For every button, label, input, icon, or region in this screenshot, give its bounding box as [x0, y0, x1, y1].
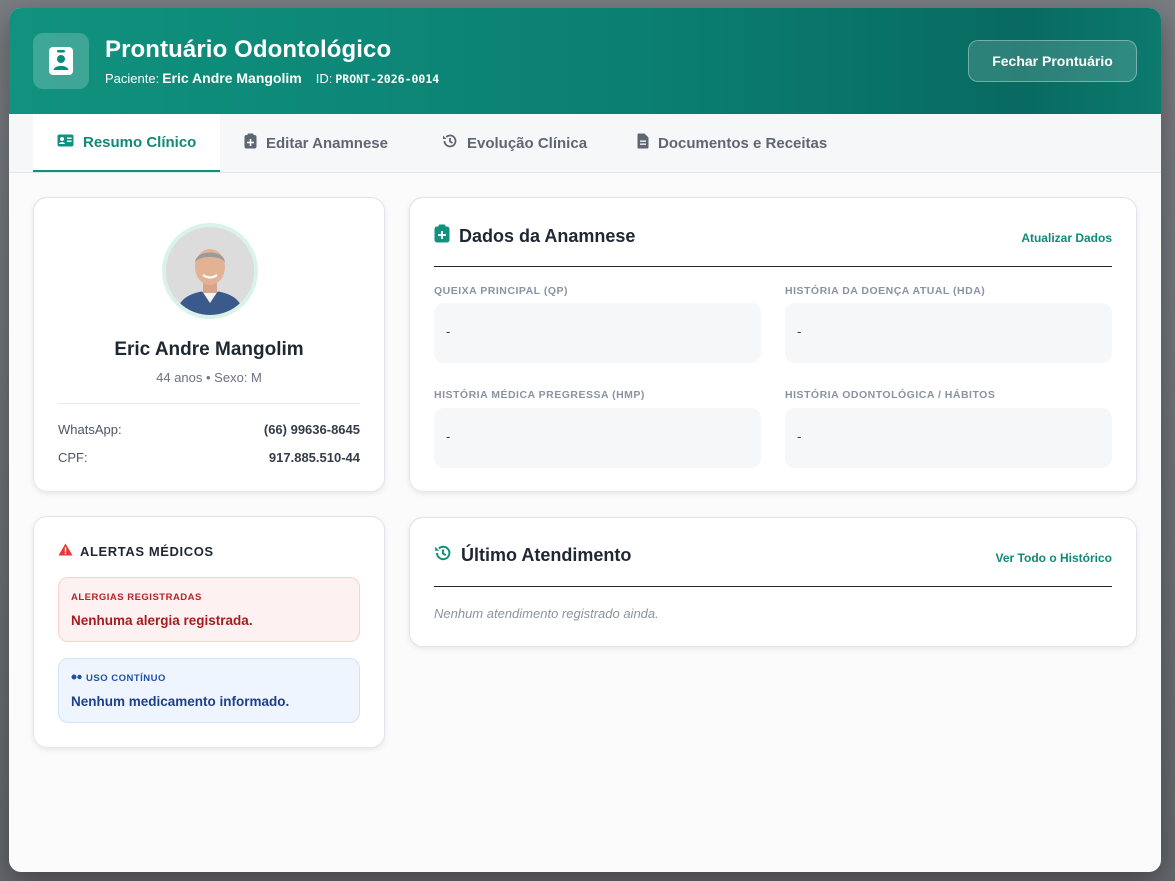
field-value-hmp-box: - [434, 408, 761, 468]
clipboard-plus-icon [434, 224, 450, 248]
clipboard-plus-icon [244, 133, 257, 153]
anamnese-title: Dados da Anamnese [459, 225, 636, 246]
field-value-qp-box: - [434, 303, 761, 363]
tab-documentos-receitas[interactable]: Documentos e Receitas [637, 114, 827, 172]
empty-history-message: Nenhum atendimento registrado ainda. [434, 606, 659, 621]
patient-record-modal: Prontuário Odontológico Paciente: Eric An… [9, 8, 1161, 872]
field-value-hda-box: - [785, 303, 1112, 363]
file-icon [637, 133, 649, 153]
tab-label: Evolução Clínica [467, 134, 588, 152]
field-value-qp: - [446, 324, 451, 339]
patient-age-sex: 44 anos • Sexo: M [156, 370, 262, 385]
view-all-history-link[interactable]: Ver Todo o Histórico [996, 551, 1112, 565]
last-visit-card: Último Atendimento Ver Todo o Histórico … [409, 517, 1137, 647]
id-badge-icon [33, 33, 89, 89]
continuous-use-text: Nenhum medicamento informado. [71, 694, 290, 709]
tab-label: Resumo Clínico [83, 133, 197, 151]
cpf-value: 917.885.510-44 [268, 450, 360, 465]
record-id-value: PRONT-2026-0014 [335, 72, 440, 86]
warning-icon [58, 543, 73, 559]
field-value-odonto-box: - [785, 408, 1112, 468]
last-visit-title: Último Atendimento [461, 545, 632, 565]
tab-editar-anamnese[interactable]: Editar Anamnese [244, 114, 388, 172]
divider [434, 266, 1112, 267]
id-card-icon [57, 134, 74, 151]
patient-subtitle: Paciente: Eric Andre Mangolim ID: PRONT-202… [105, 70, 439, 86]
avatar-ring [162, 223, 258, 319]
avatar [166, 227, 254, 315]
whatsapp-label: WhatsApp: [58, 422, 122, 437]
pills-icon [71, 673, 82, 684]
page-title: Prontuário Odontológico [105, 36, 392, 63]
record-id-label: ID: [315, 71, 333, 86]
alerts-heading: ALERTAS MÉDICOS [58, 543, 214, 559]
close-record-button[interactable]: Fechar Prontuário [968, 40, 1137, 82]
divider [434, 586, 1112, 587]
history-icon [434, 544, 452, 567]
whatsapp-value: (66) 99636-8645 [263, 422, 360, 437]
tab-evolucao-clinica[interactable]: Evolução Clínica [442, 114, 587, 172]
anamnese-card: Dados da Anamnese Atualizar Dados QUEIXA… [409, 197, 1137, 492]
field-label-odonto: HISTÓRIA ODONTOLÓGICA / HÁBITOS [785, 389, 996, 401]
tab-label: Editar Anamnese [266, 134, 388, 152]
medical-alerts-card: ALERTAS MÉDICOS ALERGIAS REGISTRADAS Nen… [33, 516, 385, 748]
alerts-title: ALERTAS MÉDICOS [80, 543, 214, 559]
patient-profile-card: Eric Andre Mangolim 44 anos • Sexo: M Wh… [33, 197, 385, 492]
allergies-alert: ALERGIAS REGISTRADAS Nenhuma alergia reg… [58, 577, 360, 642]
divider [58, 403, 360, 404]
modal-header: Prontuário Odontológico Paciente: Eric An… [9, 8, 1161, 114]
tab-bar: Resumo Clínico Editar Anamnese Evolução … [9, 114, 1161, 173]
patient-label: Paciente: [105, 71, 160, 86]
tab-resumo-clinico[interactable]: Resumo Clínico [33, 114, 220, 172]
last-visit-heading: Último Atendimento [434, 544, 631, 567]
field-value-odonto: - [797, 429, 802, 444]
update-data-link[interactable]: Atualizar Dados [1021, 231, 1112, 245]
field-value-hda: - [797, 324, 802, 339]
continuous-use-alert: USO CONTÍNUO Nenhum medicamento informad… [58, 658, 360, 723]
allergies-label: ALERGIAS REGISTRADAS [71, 592, 202, 603]
field-label-hda: HISTÓRIA DA DOENÇA ATUAL (HDA) [785, 285, 986, 297]
allergies-text: Nenhuma alergia registrada. [71, 613, 253, 628]
continuous-use-heading: USO CONTÍNUO [71, 673, 166, 684]
continuous-use-label: USO CONTÍNUO [86, 673, 166, 684]
field-label-hmp: HISTÓRIA MÉDICA PREGRESSA (HMP) [434, 389, 645, 401]
field-value-hmp: - [446, 429, 451, 444]
patient-name: Eric Andre Mangolim [162, 70, 302, 86]
cpf-label: CPF: [58, 450, 88, 465]
tab-label: Documentos e Receitas [658, 134, 828, 152]
anamnese-heading: Dados da Anamnese [434, 224, 635, 248]
patient-name-heading: Eric Andre Mangolim [114, 339, 304, 360]
history-icon [442, 133, 458, 153]
field-label-qp: QUEIXA PRINCIPAL (QP) [434, 285, 568, 297]
